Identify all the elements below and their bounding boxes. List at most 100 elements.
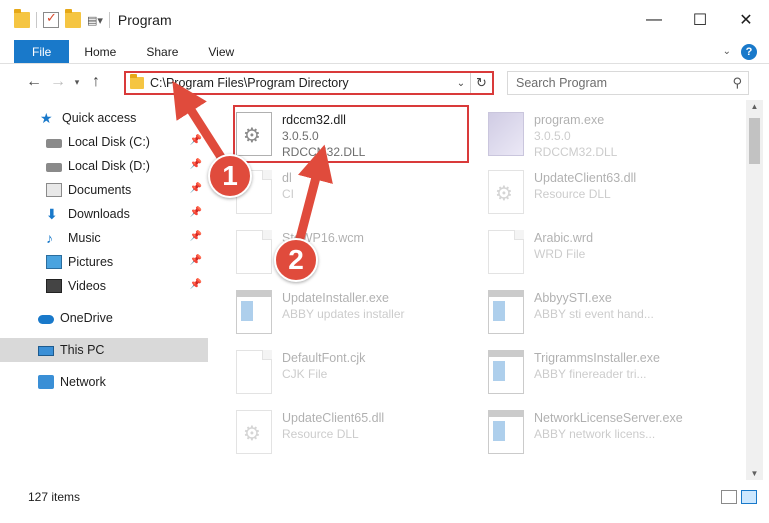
file-item-program-exe[interactable]: program.exe 3.0.5.0 RDCCM32.DLL [488,108,728,160]
sidebar-item-pictures[interactable]: Pictures 📌 [0,250,208,274]
sidebar-item-music[interactable]: ♪ Music 📌 [0,226,208,250]
expand-ribbon-icon[interactable]: ⌄ [723,46,731,57]
file-item-networklicenseserver-exe[interactable]: NetworkLicenseServer.exe ABBY network li… [488,406,728,458]
page-icon [488,230,524,274]
folder-icon [14,9,30,28]
new-folder-icon[interactable] [65,9,81,28]
recent-locations-icon[interactable]: ▾ [70,77,84,88]
file-description: ABBY network licens... [534,427,656,441]
close-button[interactable]: ✕ [723,0,769,40]
search-input[interactable]: Search Program ⚲ [507,71,749,95]
tab-share[interactable]: Share [131,40,193,63]
file-name: UpdateClient63.dll [534,171,637,185]
customize-toolbar-icon[interactable]: ▤▾ [87,14,103,27]
pin-icon[interactable]: 📌 [190,207,202,218]
file-description: RDCCM32.DLL [534,145,618,159]
exe-icon [488,350,524,394]
details-view-icon[interactable] [721,490,737,504]
divider [108,12,110,28]
window-title: Program [117,12,172,28]
back-arrow-icon[interactable]: ← [22,73,46,91]
address-bar[interactable]: C:\Program Files\Program Directory ⌄ ↻ [124,71,494,95]
file-item-updateclient63-dll[interactable]: UpdateClient63.dll Resource DLL [488,166,728,218]
file-item-trigrammsinstaller-exe[interactable]: TrigrammsInstaller.exe ABBY finereader t… [488,346,728,398]
file-version: 3.0.5.0 [534,129,571,143]
step-badge-1: 1 [208,154,252,198]
large-icons-view-icon[interactable] [741,490,757,504]
file-type: Resource DLL [534,187,611,201]
file-type: Resource DLL [282,427,359,441]
search-placeholder: Search Program [516,76,608,90]
pin-icon[interactable]: 📌 [190,255,202,266]
vertical-scrollbar[interactable]: ▲ ▼ [746,100,763,480]
file-name: Arabic.wrd [534,231,594,245]
tab-home[interactable]: Home [69,40,131,63]
status-bar: 127 items [0,484,769,510]
maximize-button[interactable]: ☐ [677,0,723,40]
file-item-abbyysti-exe[interactable]: AbbyySTI.exe ABBY sti event hand... [488,286,728,338]
file-description: ABBY sti event hand... [534,307,654,321]
sidebar-item-quick-access[interactable]: ★ Quick access [0,106,208,130]
file-name: UpdateClient65.dll [282,411,385,425]
program-icon [488,112,524,156]
address-path[interactable]: C:\Program Files\Program Directory [150,76,452,90]
up-arrow-icon[interactable]: ↑ [84,73,108,91]
minimize-button[interactable]: — [631,0,677,40]
scroll-thumb[interactable] [749,118,760,164]
step-badge-2: 2 [274,238,318,282]
file-item-wcm[interactable]: StoWP16.wcm M File [236,226,476,278]
sidebar-item-local-disk-c[interactable]: Local Disk (C:) 📌 [0,130,208,154]
pin-icon[interactable]: 📌 [190,135,202,146]
exe-icon [488,410,524,454]
forward-arrow-icon[interactable]: → [46,73,70,91]
documents-icon [46,183,62,197]
drive-icon [46,139,62,148]
search-icon[interactable]: ⚲ [732,75,742,91]
sidebar-item-label: Pictures [68,255,114,269]
navigation-pane: ★ Quick access Local Disk (C:) 📌 Local D… [0,100,210,480]
window-controls: — ☐ ✕ [631,0,769,40]
file-description: ABBY finereader tri... [534,367,647,381]
refresh-icon[interactable]: ↻ [470,73,492,93]
sidebar-item-documents[interactable]: Documents 📌 [0,178,208,202]
sidebar-item-videos[interactable]: Videos 📌 [0,274,208,298]
pin-icon[interactable]: 📌 [190,279,202,290]
page-icon [236,230,272,274]
scroll-up-icon[interactable]: ▲ [746,102,763,111]
file-item-defaultfont-cjk[interactable]: DefaultFont.cjk CJK File [236,346,476,398]
file-item-updateclient65-dll[interactable]: UpdateClient65.dll Resource DLL [236,406,476,458]
sidebar-item-local-disk-d[interactable]: Local Disk (D:) 📌 [0,154,208,178]
file-name: AbbyySTI.exe [534,291,612,305]
pin-icon[interactable]: 📌 [190,159,202,170]
tab-view[interactable]: View [193,40,249,63]
file-item-updateinstaller-exe[interactable]: UpdateInstaller.exe ABBY updates install… [236,286,476,338]
pictures-icon [46,255,62,269]
sidebar-item-network[interactable]: Network [0,370,208,394]
sidebar-item-downloads[interactable]: ⬇ Downloads 📌 [0,202,208,226]
properties-icon[interactable] [43,10,59,28]
help-icon[interactable]: ? [741,43,757,60]
gear-dll-icon [236,410,272,454]
file-type: CI [282,187,294,201]
sidebar-item-onedrive[interactable]: OneDrive [0,306,208,330]
sidebar-item-label: Documents [68,183,132,197]
sidebar-item-label: Local Disk (D:) [68,159,150,173]
file-name: NetworkLicenseServer.exe [534,411,683,425]
tab-file[interactable]: File [14,40,70,63]
sidebar-item-label: Videos [68,279,106,293]
file-item-arabic-wrd[interactable]: Arabic.wrd WRD File [488,226,728,278]
view-switcher [721,490,757,504]
title-bar: ▤▾ Program — ☐ ✕ [0,0,769,40]
sidebar-item-this-pc[interactable]: This PC [0,338,208,362]
item-count: 127 items [28,490,81,504]
chevron-down-icon[interactable]: ⌄ [452,78,470,89]
sidebar-item-label: OneDrive [60,311,113,325]
sidebar-item-label: Downloads [68,207,130,221]
pin-icon[interactable]: 📌 [190,231,202,242]
sidebar-item-label: Quick access [62,111,137,125]
scroll-down-icon[interactable]: ▼ [746,469,763,478]
file-item[interactable]: dl CI [236,166,476,218]
download-arrow-icon: ⬇ [46,206,58,222]
pin-icon[interactable]: 📌 [190,183,202,194]
file-description: ABBY updates installer [282,307,405,321]
